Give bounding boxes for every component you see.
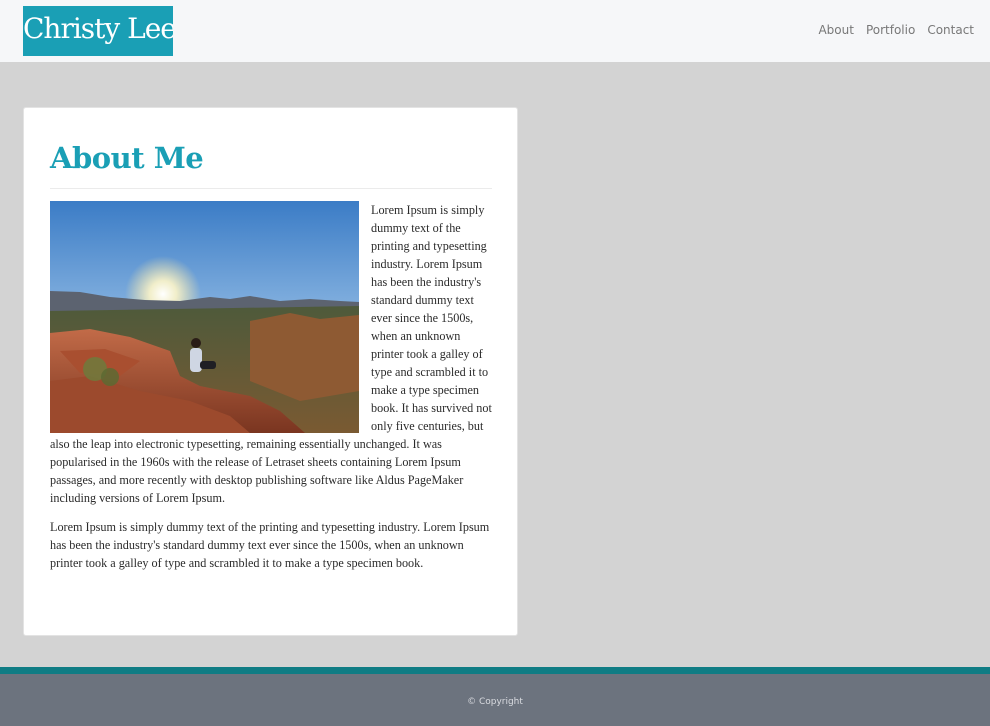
about-card: About Me Lorem Ipsum is simply dummy tex… xyxy=(23,107,518,636)
copyright-text: © Copyright xyxy=(467,697,523,707)
about-paragraph-2: Lorem Ipsum is simply dummy text of the … xyxy=(50,520,490,570)
profile-photo xyxy=(50,201,359,433)
brand-logo[interactable]: Christy Lee xyxy=(23,6,173,56)
footer-stripe xyxy=(0,667,990,674)
nav-menu: About Portfolio Contact xyxy=(818,23,974,37)
nav-link-about[interactable]: About xyxy=(818,23,853,37)
footer: © Copyright xyxy=(0,674,990,726)
navbar: Christy Lee About Portfolio Contact xyxy=(0,0,990,62)
title-divider xyxy=(50,188,492,189)
page-title: About Me xyxy=(50,141,204,175)
about-content: Lorem Ipsum is simply dummy text of the … xyxy=(50,201,492,583)
nav-link-portfolio[interactable]: Portfolio xyxy=(866,23,915,37)
nav-link-contact[interactable]: Contact xyxy=(927,23,974,37)
